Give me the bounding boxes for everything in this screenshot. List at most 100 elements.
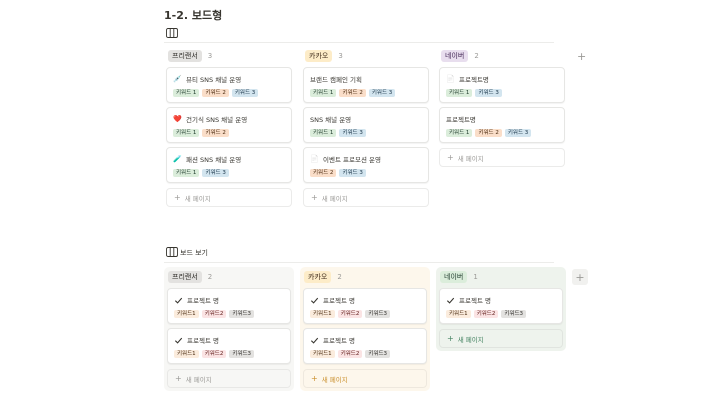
card-title-row: 브랜드 캠페인 기획: [310, 74, 362, 84]
group-count: 3: [207, 52, 213, 60]
board-card[interactable]: 프로젝트 명키워드1 키워드2 키워드3: [303, 328, 427, 364]
view-divider: [164, 42, 554, 43]
new-page-button[interactable]: + 새 페이지: [167, 369, 291, 388]
group-label: 네이버: [440, 271, 468, 283]
board-card[interactable]: 프로젝트 명키워드1 키워드2 키워드3: [167, 288, 291, 324]
card-title-row: 💉 뷰티 SNS 채널 운영: [173, 74, 241, 84]
keyword-tag: 키워드 3: [368, 89, 396, 97]
board-card[interactable]: ❤️ 건기식 SNS 채널 운영 키워드 1 키워드 2: [166, 107, 292, 143]
board-card[interactable]: 📄 프로젝트명 키워드 1 키워드 3: [439, 67, 565, 103]
keyword-tag: 키워드 1: [173, 129, 200, 137]
board-card[interactable]: 📄 이벤트 프로모션 운영 키워드 2 키워드 3: [303, 147, 429, 183]
checkmark-icon: [446, 297, 455, 304]
card-title-row: SNS 채널 운영: [310, 114, 351, 124]
keyword-tag: 키워드2: [337, 350, 363, 358]
card-title-row: 프로젝트 명: [310, 335, 355, 345]
new-page-label: 새 페이지: [184, 194, 211, 203]
keyword-tag: 키워드 1: [173, 169, 200, 177]
new-page-label: 새 페이지: [185, 375, 212, 384]
keyword-tag: 키워드3: [365, 350, 391, 358]
page-emoji-icon: 🧪: [173, 155, 182, 163]
card-title: 프로젝트 명: [323, 297, 355, 305]
board-card[interactable]: SNS 채널 운영키워드 1 키워드 3: [303, 107, 429, 143]
keyword-tag: 키워드 1: [446, 89, 473, 97]
page-emoji-icon: ❤️: [173, 115, 182, 123]
board-card[interactable]: 프로젝트 명키워드1 키워드2 키워드3: [439, 288, 563, 324]
board-card[interactable]: 브랜드 캠페인 기획키워드 1 키워드 2 키워드 3: [303, 67, 429, 103]
card-title: 브랜드 캠페인 기획: [310, 76, 362, 84]
keyword-tag: 키워드 2: [475, 129, 502, 137]
new-page-label: 새 페이지: [457, 154, 484, 163]
card-tags: 키워드1 키워드2 키워드3: [446, 310, 527, 318]
keyword-tag: 키워드 1: [446, 129, 473, 137]
view-divider: [164, 262, 554, 263]
board-card[interactable]: 프로젝트명 키워드 1 키워드 2 키워드 3: [439, 107, 565, 143]
card-title: 프로젝트 명: [187, 297, 219, 305]
group-label: 네이버: [441, 50, 469, 62]
board-view-icon[interactable]: [166, 28, 178, 38]
board-column-header[interactable]: 프리랜서 2: [168, 270, 212, 284]
plus-icon: +: [447, 153, 454, 162]
card-title-row: ❤️ 건기식 SNS 채널 운영: [173, 114, 247, 124]
card-title: 프로젝트 명: [187, 337, 219, 345]
keyword-tag: 키워드1: [446, 310, 471, 318]
group-count: 3: [338, 52, 343, 60]
keyword-tag: 키워드 3: [231, 89, 259, 97]
keyword-tag: 키워드 2: [310, 169, 337, 177]
card-tags: 키워드 2 키워드 3: [310, 169, 366, 177]
card-tags: 키워드 1 키워드 2 키워드 3: [310, 89, 396, 97]
card-tags: 키워드 1 키워드 2 키워드 3: [446, 129, 532, 137]
checkmark-icon: [310, 297, 319, 304]
add-group-button[interactable]: +: [577, 51, 586, 62]
keyword-tag: 키워드 2: [339, 89, 366, 97]
keyword-tag: 키워드1: [174, 310, 199, 318]
keyword-tag: 키워드3: [229, 310, 255, 318]
checkmark-icon: [174, 337, 183, 344]
card-title: 프로젝트 명: [459, 297, 491, 305]
new-page-button[interactable]: + 새 페이지: [439, 148, 565, 167]
card-tags: 키워드 1 키워드 3: [310, 129, 366, 137]
board-card[interactable]: 🧪 패션 SNS 채널 운영 키워드 1 키워드 3: [166, 147, 292, 183]
keyword-tag: 키워드2: [201, 350, 227, 358]
board-card[interactable]: 💉 뷰티 SNS 채널 운영키워드 1 키워드 2 키워드 3: [166, 67, 292, 103]
keyword-tag: 키워드 3: [339, 129, 366, 137]
page-title: 1-2. 보드형: [164, 9, 223, 22]
board-card[interactable]: 프로젝트 명 키워드1 키워드2 키워드3: [303, 288, 427, 324]
new-page-button[interactable]: + 새 페이지: [303, 188, 429, 207]
board-column-header[interactable]: 네이버 2: [441, 49, 479, 63]
keyword-tag: 키워드2: [337, 310, 363, 318]
plus-icon: +: [575, 270, 585, 284]
keyword-tag: 키워드1: [174, 350, 199, 358]
keyword-tag: 키워드2: [201, 310, 227, 318]
keyword-tag: 키워드3: [501, 310, 527, 318]
add-group-button[interactable]: +: [572, 269, 588, 285]
group-count: 2: [474, 52, 479, 60]
checkmark-icon: [174, 297, 183, 304]
new-page-label: 새 페이지: [321, 375, 348, 384]
keyword-tag: 키워드 1: [173, 89, 200, 97]
board-card[interactable]: 프로젝트 명키워드1 키워드2 키워드3: [167, 328, 291, 364]
board-view-icon[interactable]: [166, 247, 178, 257]
keyword-tag: 키워드 1: [310, 129, 337, 137]
card-title: 이벤트 프로모션 운영: [323, 156, 381, 164]
new-page-label: 새 페이지: [321, 194, 348, 203]
keyword-tag: 키워드 3: [475, 89, 502, 97]
group-label: 프리랜서: [168, 50, 202, 62]
card-tags: 키워드1 키워드2 키워드3: [174, 350, 255, 358]
card-tags: 키워드 1 키워드 3: [446, 89, 502, 97]
card-title: SNS 채널 운영: [310, 116, 352, 124]
card-tags: 키워드 1 키워드 2 키워드 3: [173, 89, 259, 97]
board-column-header[interactable]: 카카오 2: [304, 270, 342, 284]
board-column-header[interactable]: 프리랜서 3: [168, 49, 212, 63]
keyword-tag: 키워드1: [310, 350, 335, 358]
new-page-button[interactable]: + 새 페이지: [303, 369, 427, 388]
board-column-header[interactable]: 네이버 1: [440, 270, 478, 284]
new-page-button[interactable]: + 새 페이지: [439, 329, 563, 348]
group-count: 2: [337, 273, 342, 281]
plus-icon: +: [174, 193, 181, 202]
card-title-row: 🧪 패션 SNS 채널 운영: [173, 154, 241, 164]
card-title: 프로젝트 명: [323, 337, 355, 345]
new-page-button[interactable]: + 새 페이지: [166, 188, 292, 207]
board-column-header[interactable]: 카카오 3: [305, 49, 343, 63]
board-view-label[interactable]: 보드 보기: [180, 248, 208, 258]
